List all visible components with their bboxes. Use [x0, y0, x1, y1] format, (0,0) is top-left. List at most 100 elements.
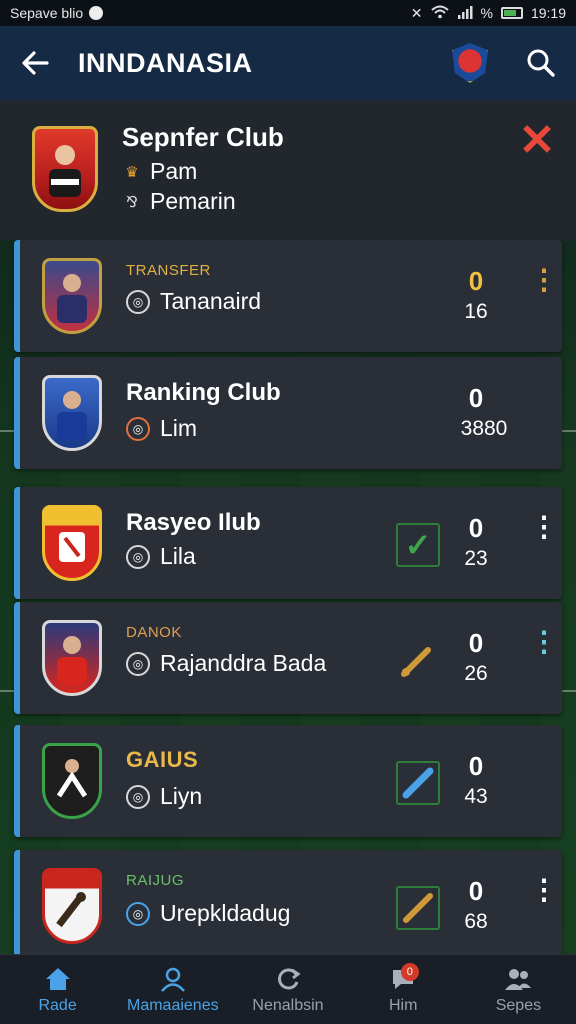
notification-icon [89, 6, 104, 20]
card-count: 68 [464, 910, 488, 933]
club-line-2: ⅋ Pemarin [122, 188, 236, 215]
player-badge-icon [42, 258, 102, 334]
card-score: 0 [468, 513, 484, 543]
card-subtitle-text: Urepkldadug [160, 900, 291, 926]
nav-label: Nenalbsin [252, 996, 324, 1014]
card-subtitle: ◎ Liyn [126, 783, 202, 810]
card-subtitle-text: Tananaird [160, 288, 262, 314]
card-count: 26 [464, 662, 488, 685]
card-subtitle: ◎ Lim [126, 415, 197, 442]
card-subtitle: ◎ Tananaird [126, 288, 261, 315]
card-score: 0 [468, 383, 484, 413]
list-item[interactable]: DANOK ◎ Rajanddra Bada 0 26 ⋮ [14, 602, 562, 714]
card-eyebrow: TRANSFER [126, 262, 211, 279]
player-badge-icon [42, 620, 102, 696]
ball-icon: ◎ [126, 289, 150, 314]
boot-icon: ⅋ [126, 193, 138, 211]
club-name: Sepnfer Club [122, 122, 284, 152]
nav-item-squad[interactable]: Sepes [461, 955, 576, 1024]
club-line-1-text: Pam [150, 158, 198, 184]
nav-item-manager[interactable]: Mamaaienes [115, 955, 230, 1024]
card-score: 0 [468, 876, 484, 906]
club-header: Sepnfer Club ♛ Pam ⅋ Pemarin ✕ [0, 100, 576, 240]
card-count: 16 [464, 300, 488, 323]
card-subtitle: ◎ Lila [126, 543, 196, 570]
card-subtitle-text: Liyn [160, 783, 203, 809]
wifi-icon [430, 5, 449, 22]
card-count: 23 [464, 547, 488, 570]
more-options-icon[interactable]: ⋮ [530, 876, 558, 920]
home-icon [43, 965, 73, 993]
card-score: 0 [468, 266, 484, 296]
status-left-text: Sepave blio [10, 5, 84, 21]
page-title: INNDANASIA [78, 47, 253, 78]
card-count: 43 [464, 785, 488, 808]
user-icon [158, 965, 188, 993]
card-eyebrow: DANOK [126, 624, 182, 641]
club-badge-icon [42, 505, 102, 581]
battery-percent: % [480, 5, 493, 21]
card-subtitle: ◎ Rajanddra Bada [126, 650, 326, 677]
club-badge-icon [42, 868, 102, 944]
card-score: 0 [468, 628, 484, 658]
ruler-icon[interactable] [396, 761, 440, 805]
club-crest-icon [452, 43, 488, 83]
ball-icon: ◎ [126, 651, 150, 676]
nav-item-transfers[interactable]: Nenalbsin [230, 955, 345, 1024]
card-subtitle-text: Lim [160, 415, 198, 441]
list-item[interactable]: Ranking Club ◎ Lim 0 3880 [14, 357, 562, 469]
club-badge-icon [42, 743, 102, 819]
card-count: 3880 [460, 417, 508, 440]
ball-icon: ◎ [126, 544, 150, 569]
battery-icon [500, 7, 523, 19]
check-icon[interactable]: ✓ [396, 523, 440, 567]
card-name: Rasyeo Ilub [126, 509, 261, 536]
nav-label: Him [388, 996, 418, 1014]
nav-badge: 0 [400, 963, 419, 981]
nav-item-home[interactable]: Rade [0, 955, 115, 1024]
card-subtitle: ◎ Urepkldadug [126, 900, 290, 927]
card-subtitle-text: Rajanddra Bada [160, 650, 327, 676]
nav-label: Rade [38, 996, 77, 1014]
club-line-1: ♛ Pam [122, 158, 197, 185]
card-name: Ranking Club [126, 379, 281, 406]
list-item[interactable]: TRANSFER ◎ Tananaird 0 16 ⋮ [14, 240, 562, 352]
player-badge-icon [42, 375, 102, 451]
nav-item-chat[interactable]: 0 Him [346, 955, 461, 1024]
card-score: 0 [468, 751, 484, 781]
bottom-nav: Rade Mamaaienes Nenalbsin 0 Him Sepes [0, 954, 576, 1024]
pencil-icon[interactable] [396, 638, 440, 682]
search-icon[interactable] [526, 48, 556, 78]
more-options-icon[interactable]: ⋮ [530, 513, 558, 557]
signal-icon [457, 5, 473, 22]
nav-label: Sepes [495, 996, 542, 1014]
card-eyebrow: GAIUS [126, 747, 199, 772]
close-icon[interactable]: ✕ [518, 119, 556, 163]
list-item[interactable]: GAIUS ◎ Liyn 0 43 [14, 725, 562, 837]
status-bar: Sepave blio ✕ % 19:19 [0, 0, 576, 26]
club-line-2-text: Pemarin [150, 188, 236, 214]
pitch-line [562, 690, 576, 692]
app-bar: INNDANASIA [0, 26, 576, 100]
status-time: 19:19 [530, 5, 566, 21]
more-options-icon[interactable]: ⋮ [530, 628, 558, 672]
pencil-icon[interactable] [396, 886, 440, 930]
ball-icon: ◎ [126, 784, 150, 809]
nav-label: Mamaaienes [127, 996, 219, 1014]
pitch-line [0, 690, 14, 692]
list-item[interactable]: Rasyeo Ilub ◎ Lila ✓ 0 23 ⋮ [14, 487, 562, 599]
ball-icon: ◎ [126, 416, 150, 441]
card-subtitle-text: Lila [160, 543, 196, 569]
pitch-line [0, 430, 14, 432]
mute-icon: ✕ [410, 4, 423, 21]
more-options-icon[interactable]: ⋮ [530, 266, 558, 310]
card-eyebrow: RAIJUG [126, 872, 185, 889]
list-item[interactable]: RAIJUG ◎ Urepkldadug 0 68 ⋮ [14, 850, 562, 962]
player-crest-icon [32, 126, 98, 212]
refresh-icon [273, 965, 303, 993]
people-icon [503, 965, 533, 993]
ball-icon: ◎ [126, 901, 150, 926]
trophy-icon: ♛ [125, 163, 139, 181]
arrow-left-icon[interactable] [20, 50, 50, 76]
pitch-line [562, 430, 576, 432]
